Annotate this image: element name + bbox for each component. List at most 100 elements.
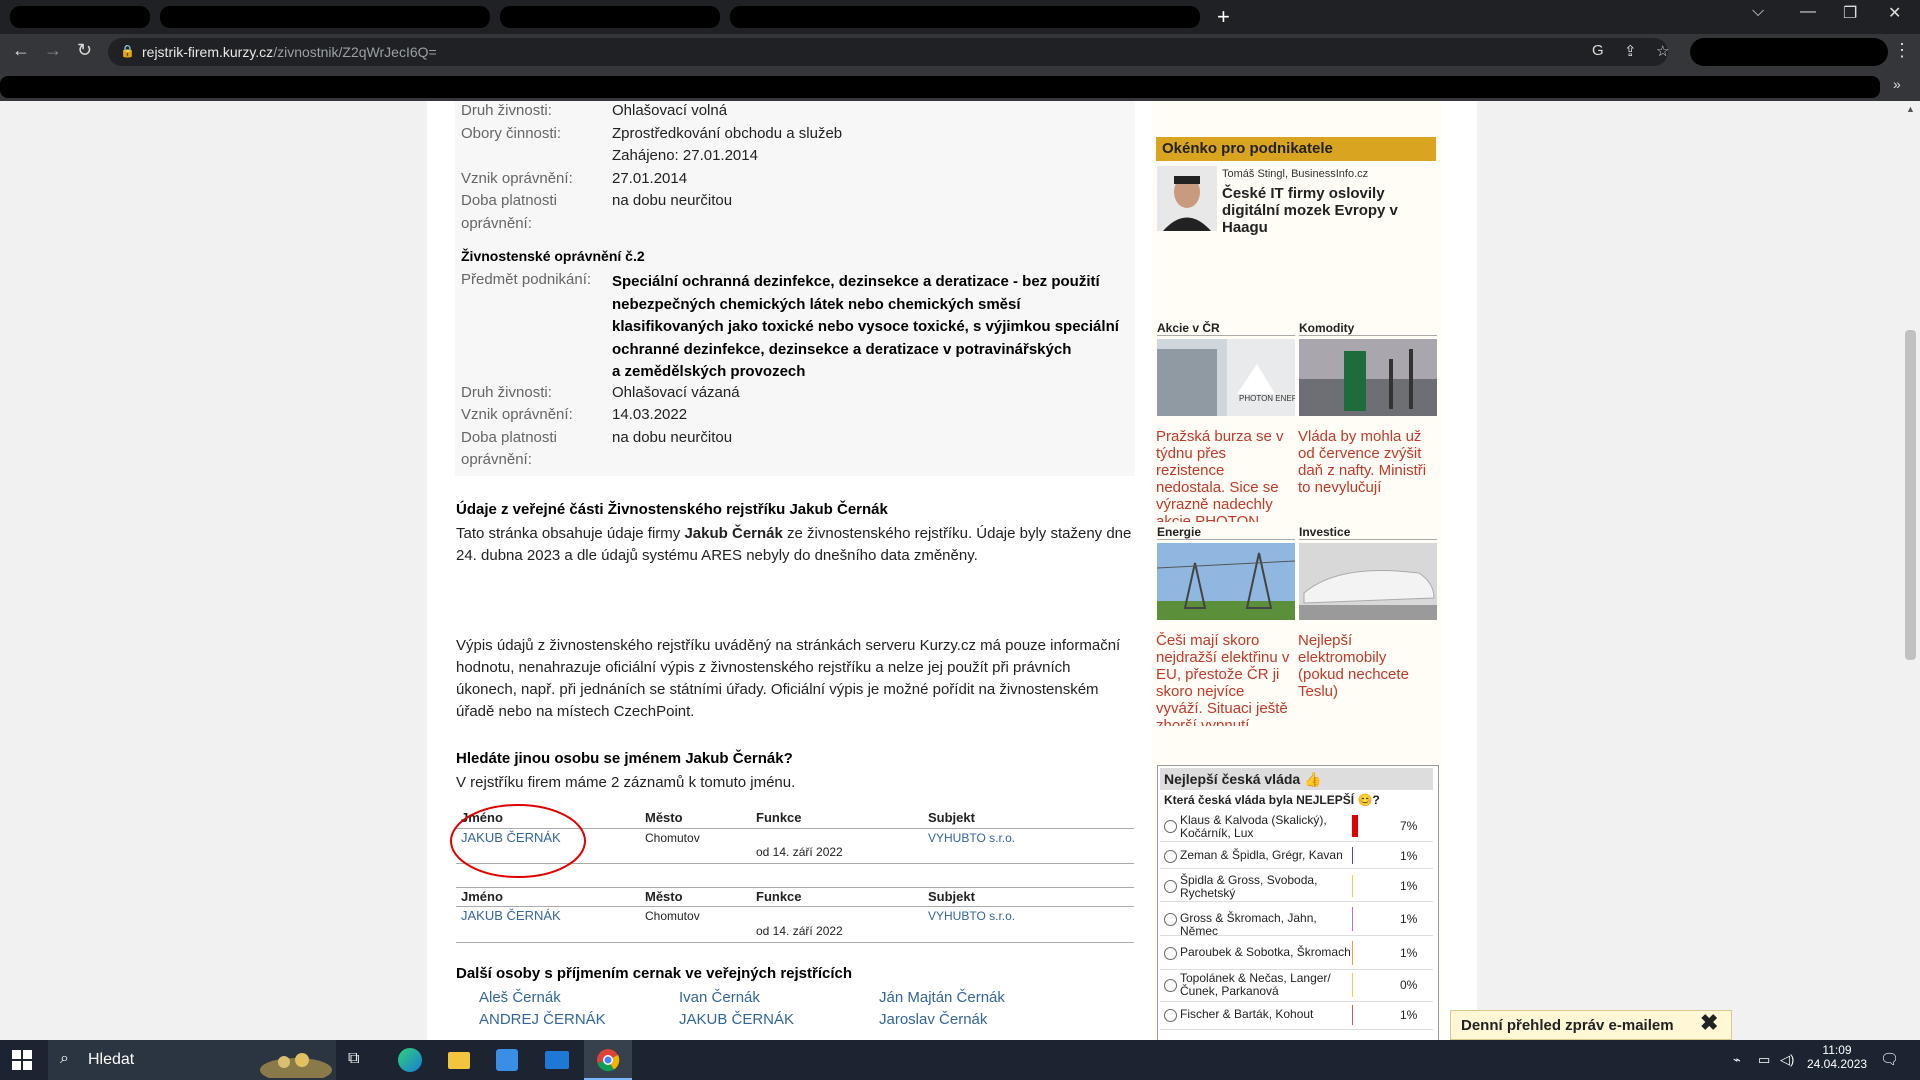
poll-radio[interactable]: [1164, 1009, 1177, 1022]
komodity-article-link[interactable]: Vláda by mohla už od července zvýšit daň…: [1298, 428, 1438, 522]
article-line: týdnu přes: [1156, 445, 1227, 462]
public-text: Tato stránka obsahuje údaje firmy Jakub …: [456, 523, 1134, 567]
vznik-label: Vznik oprávnění:: [461, 170, 573, 187]
google-icon[interactable]: G: [1592, 42, 1604, 59]
poll-option[interactable]: Topolánek & Nečas, Langer/ Čunek, Parkan…: [1160, 969, 1433, 1002]
lock-icon[interactable]: 🔒: [120, 44, 135, 58]
forward-icon[interactable]: →: [44, 40, 62, 61]
scroll-up-icon[interactable]: ▲: [1906, 104, 1915, 114]
network-off-icon[interactable]: ⌁: [1733, 1052, 1741, 1068]
poll-radio[interactable]: [1164, 820, 1177, 833]
category-komodity[interactable]: Komodity: [1299, 321, 1354, 335]
akcie-article-link[interactable]: Pražská burza se v týdnu přes rezistence…: [1156, 428, 1296, 522]
clock[interactable]: 11:09 24.04.2023: [1807, 1043, 1867, 1071]
predmet-label: Předmět podnikání:: [461, 271, 592, 288]
poll-bar: [1352, 847, 1353, 864]
investice-article-link[interactable]: Nejlepší elektromobily (pokud nechcete T…: [1298, 632, 1438, 726]
article-line: nejdražší elektřinu v: [1156, 649, 1290, 666]
energie-article-link[interactable]: Češi mají skoro nejdražší elektřinu v EU…: [1156, 632, 1296, 726]
bookmark-star-icon[interactable]: ☆: [1656, 42, 1669, 60]
redacted-tab[interactable]: [500, 6, 720, 28]
other-person-link[interactable]: Aleš Černák: [479, 989, 561, 1006]
poll-radio[interactable]: [1164, 947, 1177, 960]
newsletter-banner[interactable]: Denní přehled zpráv e-mailem: [1450, 1010, 1732, 1040]
edge-icon[interactable]: [398, 1048, 422, 1072]
other-person-link[interactable]: Jaroslav Černák: [879, 1011, 987, 1028]
new-tab-button[interactable]: +: [1217, 4, 1230, 30]
bookmarks-overflow-icon[interactable]: »: [1893, 76, 1901, 92]
share-icon[interactable]: ⇪: [1624, 42, 1637, 60]
col-header-function: Funkce: [756, 810, 802, 825]
subject-link[interactable]: VYHUBTO s.r.o.: [928, 831, 1015, 845]
other-person-link[interactable]: Ján Majtán Černák: [879, 989, 1005, 1006]
category-akcie[interactable]: Akcie v ČR: [1157, 321, 1220, 335]
close-window-button[interactable]: ✕: [1888, 3, 1901, 23]
investice-image[interactable]: [1299, 543, 1437, 620]
akcie-image[interactable]: PHOTON ENERGY: [1157, 339, 1295, 416]
other-person-link[interactable]: JAKUB ČERNÁK: [679, 1011, 794, 1028]
file-explorer-icon[interactable]: [448, 1052, 470, 1069]
subject-link[interactable]: VYHUBTO s.r.o.: [928, 909, 1015, 923]
article-line: nedostala. Sice se: [1156, 479, 1279, 496]
poll-option[interactable]: Klaus & Kalvoda (Skalický), Kočárník, Lu…: [1160, 811, 1433, 842]
article-headline[interactable]: České IT firmy oslovily digitální mozek …: [1222, 185, 1398, 236]
public-text-part: Tato stránka obsahuje údaje firmy: [456, 525, 685, 542]
poll-option[interactable]: Gross & Škromach, Jahn, Němec 1%: [1160, 903, 1433, 938]
minimize-button[interactable]: —: [1800, 3, 1816, 21]
back-icon[interactable]: ←: [12, 40, 30, 61]
mail-icon[interactable]: [545, 1051, 569, 1069]
col-header-subject: Subjekt: [928, 889, 975, 904]
predmet-line: nebezpečných chemických látek nebo chemi…: [612, 295, 1021, 313]
public-title: Údaje z veřejné části Živnostenského rej…: [456, 501, 888, 518]
article-line: od července zvýšit: [1298, 445, 1422, 462]
divider: [456, 906, 1134, 907]
other-person-link[interactable]: ANDREJ ČERNÁK: [479, 1011, 606, 1028]
photon-logo-text: PHOTON ENERGY: [1239, 394, 1295, 403]
other-person-link[interactable]: Ivan Černák: [679, 989, 760, 1006]
task-view-icon[interactable]: ⧉: [348, 1050, 359, 1068]
notification-icon[interactable]: 🗨: [1880, 1050, 1899, 1068]
browser-menu-icon[interactable]: ⋮: [1893, 40, 1911, 61]
predmet-line: Speciální ochranná dezinfekce, dezinsekc…: [612, 273, 1100, 290]
category-energie[interactable]: Energie: [1157, 525, 1201, 539]
vznik2-label: Vznik oprávnění:: [461, 406, 573, 423]
doba2-label-2: oprávnění:: [461, 451, 532, 468]
tab-search-icon[interactable]: ⌵: [1752, 3, 1764, 21]
clock-time: 11:09: [1822, 1043, 1852, 1057]
url-text[interactable]: rejstrik-firem.kurzy.cz/zivnostnik/Z2qWr…: [142, 44, 437, 60]
reload-icon[interactable]: ↻: [77, 40, 92, 61]
windows-start-icon[interactable]: [12, 1050, 32, 1070]
poll-option-label: Fischer & Barták, Kohout: [1180, 1007, 1314, 1021]
poll-radio[interactable]: [1164, 913, 1177, 926]
poll-question-text: Která česká vláda byla NEJLEPŠÍ: [1164, 793, 1355, 807]
search-highlight-image[interactable]: [258, 1044, 334, 1078]
komodity-image[interactable]: [1299, 339, 1437, 416]
category-investice[interactable]: Investice: [1299, 525, 1350, 539]
poll-bar: [1352, 941, 1353, 965]
poll-option[interactable]: Fischer & Barták, Kohout 1%: [1160, 1001, 1433, 1030]
energie-image[interactable]: [1157, 543, 1295, 620]
maximize-button[interactable]: ❐: [1843, 3, 1857, 23]
poll-option[interactable]: Zeman & Špidla, Grégr, Kavan 1%: [1160, 843, 1433, 869]
redacted-tab[interactable]: [10, 6, 150, 28]
poll-radio[interactable]: [1164, 849, 1177, 863]
poll-radio[interactable]: [1164, 979, 1177, 992]
author-photo[interactable]: [1157, 166, 1217, 231]
poll-option[interactable]: Špidla & Gross, Svoboda, Rychetský 1%: [1160, 871, 1433, 902]
redacted-tab[interactable]: [160, 6, 490, 28]
chrome-icon: [597, 1049, 620, 1072]
article-line: akcie PHOTON: [1156, 513, 1260, 522]
store-icon[interactable]: [496, 1049, 518, 1071]
scrollbar-thumb[interactable]: [1905, 330, 1916, 660]
search-title: Hledáte jinou osobu se jménem Jakub Čern…: [456, 750, 793, 767]
poll-radio[interactable]: [1164, 880, 1177, 893]
druh2-value: Ohlašovací vázaná: [612, 384, 740, 401]
volume-icon[interactable]: ◁): [1780, 1052, 1794, 1068]
person-link[interactable]: JAKUB ČERNÁK: [461, 908, 561, 923]
redacted-tab[interactable]: [730, 6, 1200, 28]
close-banner-icon[interactable]: ✖: [1700, 1010, 1718, 1036]
article-line: elektromobily: [1298, 649, 1387, 666]
predmet-line: ochranné dezinfekce, dezinsekce a derati…: [612, 340, 1072, 358]
network-icon[interactable]: ▭: [1758, 1052, 1770, 1068]
poll-option[interactable]: Paroubek & Sobotka, Škromach 1%: [1160, 937, 1433, 970]
